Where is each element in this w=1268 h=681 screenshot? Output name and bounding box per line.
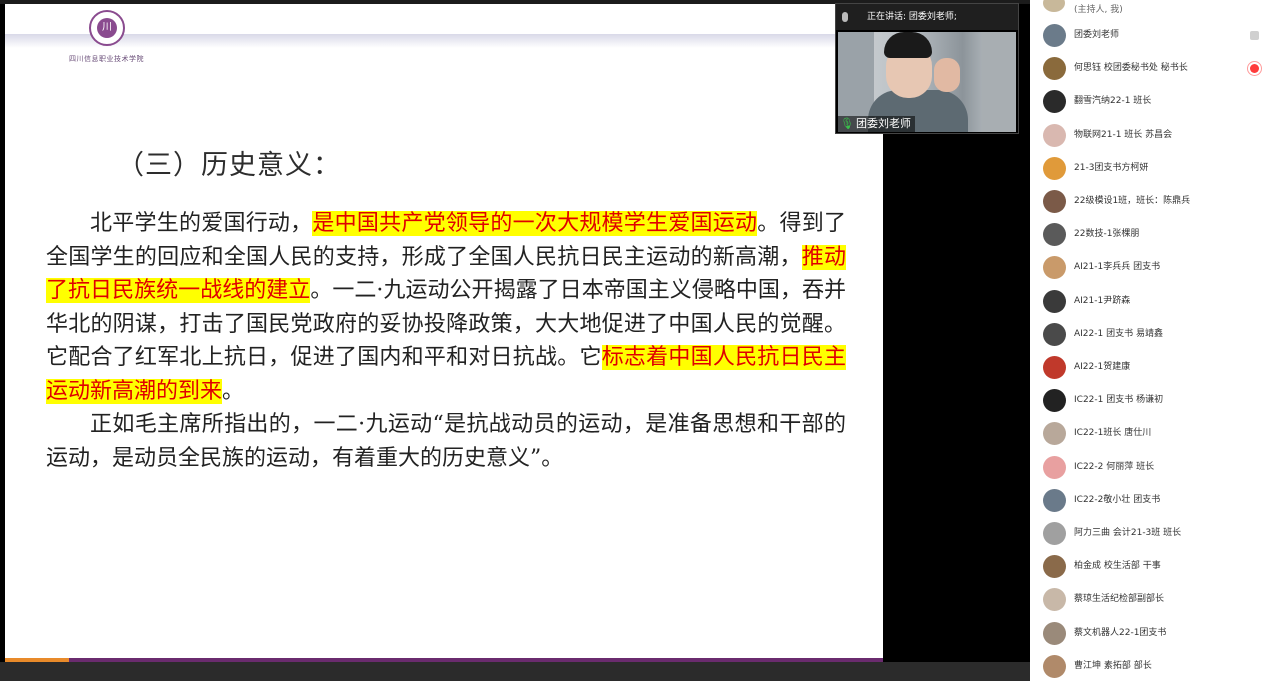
participant-name: 阿力三曲 会计21-3班 班长 [1074, 528, 1182, 538]
participant-row[interactable]: 22级模设1班，班长：陈鼎兵 [1030, 185, 1268, 218]
avatar [1043, 24, 1066, 47]
participant-name: (主持人, 我) [1074, 5, 1123, 15]
avatar [1043, 522, 1066, 545]
participant-name: 22级模设1班，班长：陈鼎兵 [1074, 196, 1191, 206]
participant-name: 蔡琼生活纪检部副部长 [1074, 594, 1165, 605]
avatar [1043, 621, 1066, 645]
video-person-hair [884, 32, 932, 58]
participant-name: IC22-1 团支书 杨谦初 [1074, 395, 1164, 406]
participant-name: AI21-1尹跻森 [1074, 295, 1131, 306]
presentation-stage: 川 四川信息职业技术学院 （三）历史意义： 北平学生的爱国行动，是中国共产党领导… [0, 0, 1030, 681]
participant-row[interactable]: IC22-1班长 唐仕川 [1030, 417, 1268, 450]
participant-row[interactable]: IC22-2敬小壮 团支书 [1030, 484, 1268, 517]
avatar [1043, 223, 1066, 247]
college-logo: 川 四川信息职业技术学院 [69, 10, 153, 72]
video-person-hand [934, 58, 960, 92]
avatar [1043, 654, 1066, 678]
participant-row[interactable]: IC22-2 何丽萍 班长 [1030, 451, 1268, 484]
mic-status-icon [1250, 31, 1259, 40]
participant-name: AI21-1李兵兵 团支书 [1074, 262, 1161, 273]
speaker-name: 团委刘老师 [855, 117, 911, 130]
avatar [1043, 356, 1066, 379]
avatar [1043, 190, 1066, 213]
bottom-strip [0, 662, 1030, 681]
participant-row[interactable]: 何思钰 校团委秘书处 秘书长 [1030, 52, 1268, 85]
participant-host-row[interactable]: (主持人, 我) [1030, 0, 1268, 18]
participant-list[interactable]: (主持人, 我) 团委刘老师何思钰 校团委秘书处 秘书长 翻雪汽纳22-1 班长物… [1030, 0, 1268, 681]
avatar [1043, 289, 1066, 313]
participant-row[interactable]: 柏金成 校生活部 干事 [1030, 550, 1268, 583]
paragraph-1: 北平学生的爱国行动，是中国共产党领导的一次大规模学生爱国运动。得到了全国学生的回… [46, 207, 846, 408]
paragraph-2: 正如毛主席所指出的，一二·九运动“是抗战动员的运动，是准备思想和干部的运动，是动… [46, 412, 846, 471]
participant-row[interactable]: 阿力三曲 会计21-3班 班长 [1030, 517, 1268, 550]
avatar [1043, 488, 1066, 512]
avatar [1043, 389, 1066, 413]
speaker-header: 正在讲话: 团委刘老师; [836, 4, 1018, 30]
participant-name: 曹江坤 素拓部 部长 [1074, 660, 1152, 671]
mic-on-icon: 🎙 [840, 117, 854, 130]
participant-row[interactable]: 蔡文机器人22-1团支书 [1030, 617, 1268, 650]
participant-name: 团委刘老师 [1074, 30, 1120, 40]
avatar [1043, 90, 1066, 114]
participant-name: IC22-2敬小壮 团支书 [1074, 494, 1161, 505]
participant-row[interactable]: 物联网21-1 班长 苏昌会 [1030, 119, 1268, 152]
avatar [1043, 555, 1066, 579]
seal-glyph: 川 [97, 18, 117, 38]
participant-row[interactable]: AI21-1尹跻森 [1030, 285, 1268, 318]
participant-name: AI22-1 团支书 易靖鑫 [1074, 328, 1163, 339]
participant-name: 蔡文机器人22-1团支书 [1074, 627, 1167, 638]
participant-name: 21-3团支书方柯妍 [1074, 162, 1149, 173]
college-name: 四川信息职业技术学院 [69, 55, 144, 63]
participant-name: IC22-1班长 唐仕川 [1074, 428, 1152, 439]
participant-row[interactable]: 翻雪汽纳22-1 班长 [1030, 85, 1268, 118]
slide: 川 四川信息职业技术学院 （三）历史意义： 北平学生的爱国行动，是中国共产党领导… [5, 4, 883, 662]
participant-row[interactable]: AI22-1 团支书 易靖鑫 [1030, 318, 1268, 351]
speaker-name-label: 🎙 团委刘老师 [838, 116, 915, 132]
avatar [1043, 57, 1066, 81]
participant-row[interactable]: 22数技-1张棵朋 [1030, 218, 1268, 251]
video-background-cabinet [982, 32, 1016, 132]
participant-row[interactable]: IC22-1 团支书 杨谦初 [1030, 384, 1268, 417]
avatar [1043, 123, 1066, 147]
avatar [1043, 588, 1066, 612]
participant-row[interactable]: 团委刘老师 [1030, 19, 1268, 52]
participant-row[interactable]: 蔡琼生活纪检部副部长 [1030, 583, 1268, 616]
avatar [1043, 0, 1065, 12]
participant-row[interactable]: AI21-1李兵兵 团支书 [1030, 251, 1268, 284]
body-text: 北平学生的爱国行动， [90, 211, 313, 236]
participant-name: 何思钰 校团委秘书处 秘书长 [1074, 63, 1188, 74]
participant-name: IC22-2 何丽萍 班长 [1074, 461, 1155, 472]
participant-name: 柏金成 校生活部 干事 [1074, 561, 1161, 572]
slide-title: （三）历史意义： [117, 150, 341, 181]
speaking-mic-icon [842, 12, 848, 22]
speaker-video-panel[interactable]: 正在讲话: 团委刘老师; 🎙 团委刘老师 [835, 3, 1019, 134]
slide-body: 北平学生的爱国行动，是中国共产党领导的一次大规模学生爱国运动。得到了全国学生的回… [46, 207, 846, 475]
body-text: 。 [222, 378, 245, 404]
participant-row[interactable]: 曹江坤 素拓部 部长 [1030, 650, 1268, 681]
speaker-header-text: 正在讲话: 团委刘老师; [867, 12, 957, 22]
participant-name: 翻雪汽纳22-1 班长 [1074, 96, 1152, 107]
avatar [1043, 322, 1066, 346]
avatar [1043, 422, 1066, 446]
participant-row[interactable]: AI22-1贺建康 [1030, 351, 1268, 384]
avatar [1043, 455, 1066, 479]
participant-row[interactable]: 21-3团支书方柯妍 [1030, 152, 1268, 185]
seal-icon: 川 [89, 10, 125, 46]
avatar [1043, 256, 1066, 280]
recording-indicator-icon [1250, 64, 1259, 74]
avatar [1043, 156, 1066, 180]
participant-name: 22数技-1张棵朋 [1074, 229, 1140, 240]
highlighted-text: 是中国共产党领导的一次大规模学生爱国运动 [312, 211, 758, 236]
participant-name: AI22-1贺建康 [1074, 362, 1131, 372]
participant-name: 物联网21-1 班长 苏昌会 [1074, 129, 1173, 140]
